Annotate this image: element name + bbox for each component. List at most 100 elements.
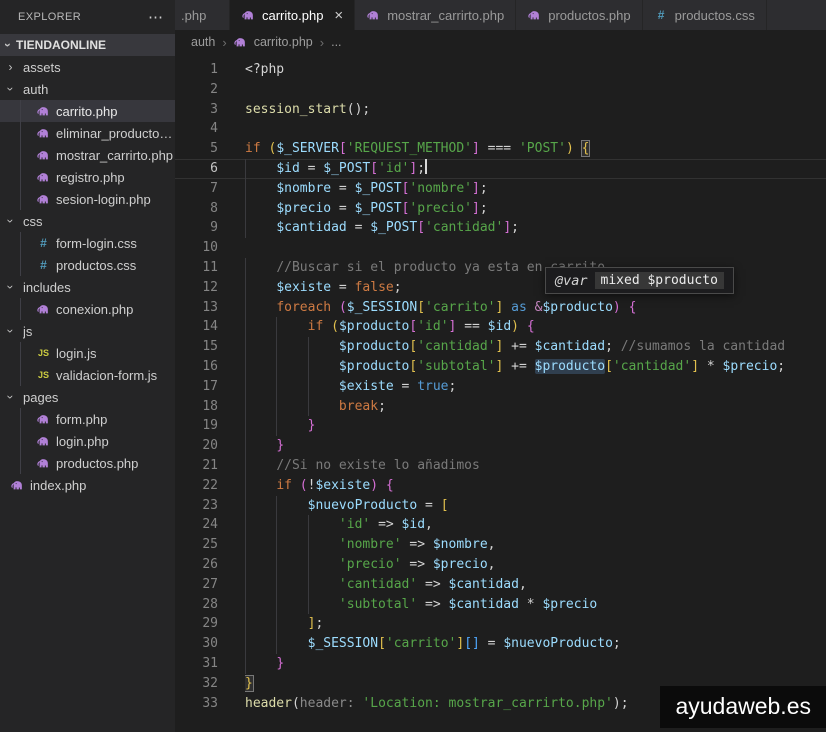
tab-mostrar-carrirto-php[interactable]: mostrar_carrirto.php — [355, 0, 516, 30]
sidebar-item-form-login-css[interactable]: #form-login.css — [0, 232, 175, 254]
code-line-24[interactable]: 24 'id' => $id, — [175, 515, 826, 535]
code-token: ] — [691, 359, 699, 374]
code-token: 'id' — [417, 319, 448, 334]
code-line-9[interactable]: 9 $cantidad = $_POST['cantidad']; — [175, 218, 826, 238]
line-content: $producto['cantidad'] += $cantidad; //su… — [245, 337, 826, 357]
code-token — [245, 537, 339, 552]
code-line-10[interactable]: 10 — [175, 238, 826, 258]
sidebar-item-includes[interactable]: ›includes — [0, 276, 175, 298]
code-line-6[interactable]: 6 $id = $_POST['id']; — [175, 159, 826, 179]
code-line-19[interactable]: 19 } — [175, 416, 826, 436]
sidebar-item-tiendaonline[interactable]: › TIENDAONLINE — [0, 34, 175, 56]
more-actions-icon[interactable]: ⋯ — [146, 10, 165, 25]
indent-guide — [276, 595, 277, 615]
code-token: ( — [300, 478, 308, 493]
sidebar-item-productos-css[interactable]: #productos.css — [0, 254, 175, 276]
sidebar-item-pages[interactable]: ›pages — [0, 386, 175, 408]
tab-productos-css[interactable]: #productos.css — [643, 0, 767, 30]
indent-guide — [276, 377, 277, 397]
code-token: = — [300, 161, 323, 176]
code-token: ( — [292, 696, 300, 711]
tab-php[interactable]: .php — [175, 0, 230, 30]
breadcrumb-item-auth[interactable]: auth — [191, 35, 215, 49]
sidebar-item-mostrar-carrirto-php[interactable]: mostrar_carrirto.php — [0, 144, 175, 166]
code-line-8[interactable]: 8 $precio = $_POST['precio']; — [175, 199, 826, 219]
php-elephant-icon — [36, 302, 51, 317]
code-token: [ — [417, 300, 425, 315]
code-line-29[interactable]: 29 ]; — [175, 614, 826, 634]
sidebar-item-login-js[interactable]: JSlogin.js — [0, 342, 175, 364]
code-token: $cantidad — [535, 339, 605, 354]
code-line-23[interactable]: 23 $nuevoProducto = [ — [175, 496, 826, 516]
line-content: 'precio' => $precio, — [245, 555, 826, 575]
code-token: = — [417, 498, 440, 513]
code-line-22[interactable]: 22 if (!$existe) { — [175, 476, 826, 496]
code-line-14[interactable]: 14 if ($producto['id'] == $id) { — [175, 317, 826, 337]
sidebar-item-form-php[interactable]: form.php — [0, 408, 175, 430]
code-token — [323, 319, 331, 334]
code-line-30[interactable]: 30 $_SESSION['carrito'][] = $nuevoProduc… — [175, 634, 826, 654]
code-token: $existe — [276, 280, 331, 295]
code-line-26[interactable]: 26 'precio' => $precio, — [175, 555, 826, 575]
hover-tooltip: @var mixed $producto — [545, 267, 734, 294]
code-token — [245, 438, 276, 453]
sidebar-item-conexion-php[interactable]: conexion.php — [0, 298, 175, 320]
sidebar-item-auth[interactable]: ›auth — [0, 78, 175, 100]
breadcrumb-item-carrito-php[interactable]: carrito.php — [234, 35, 313, 50]
sidebar-item-assets[interactable]: ›assets — [0, 56, 175, 78]
tab-productos-php[interactable]: productos.php — [516, 0, 642, 30]
sidebar-item-js[interactable]: ›js — [0, 320, 175, 342]
code-line-31[interactable]: 31 } — [175, 654, 826, 674]
code-line-20[interactable]: 20 } — [175, 436, 826, 456]
code-editor[interactable]: 1<?php23session_start();45if ($_SERVER['… — [175, 54, 826, 713]
code-line-5[interactable]: 5if ($_SERVER['REQUEST_METHOD'] === 'POS… — [175, 139, 826, 159]
code-token: ) — [566, 141, 574, 156]
code-line-17[interactable]: 17 $existe = true; — [175, 377, 826, 397]
code-line-16[interactable]: 16 $producto['subtotal'] += $producto['c… — [175, 357, 826, 377]
code-line-3[interactable]: 3session_start(); — [175, 100, 826, 120]
code-token: header: — [300, 696, 363, 711]
code-token: $producto — [339, 339, 409, 354]
sidebar-item-carrito-php[interactable]: carrito.php — [0, 100, 175, 122]
tab-carrito-php[interactable]: carrito.php× — [230, 0, 355, 30]
code-line-7[interactable]: 7 $nombre = $_POST['nombre']; — [175, 179, 826, 199]
code-line-15[interactable]: 15 $producto['cantidad'] += $cantidad; /… — [175, 337, 826, 357]
sidebar-item-eliminar-producto-p[interactable]: eliminar_producto.p... — [0, 122, 175, 144]
indent-guide — [245, 456, 246, 476]
code-token — [699, 359, 707, 374]
code-line-27[interactable]: 27 'cantidad' => $cantidad, — [175, 575, 826, 595]
code-token — [292, 478, 300, 493]
code-token: [] — [464, 636, 480, 651]
sidebar-item-sesion-login-php[interactable]: sesion-login.php — [0, 188, 175, 210]
code-token: $_SESSION — [308, 636, 378, 651]
php-elephant-icon — [36, 412, 51, 427]
code-line-2[interactable]: 2 — [175, 80, 826, 100]
code-line-18[interactable]: 18 break; — [175, 397, 826, 417]
code-token: $precio — [542, 597, 597, 612]
code-line-21[interactable]: 21 //Si no existe lo añadimos — [175, 456, 826, 476]
code-token — [245, 260, 276, 275]
code-line-13[interactable]: 13 foreach ($_SESSION['carrito'] as &$pr… — [175, 298, 826, 318]
php-elephant-icon — [36, 104, 51, 119]
sidebar-item-registro-php[interactable]: registro.php — [0, 166, 175, 188]
line-content: ]; — [245, 614, 826, 634]
code-line-4[interactable]: 4 — [175, 119, 826, 139]
file-label: css — [23, 214, 43, 229]
close-icon[interactable]: × — [334, 7, 343, 24]
code-line-28[interactable]: 28 'subtotal' => $cantidad * $precio — [175, 595, 826, 615]
line-content — [245, 119, 826, 139]
code-line-1[interactable]: 1<?php — [175, 60, 826, 80]
indent-guide — [276, 515, 277, 535]
code-token: false — [355, 280, 394, 295]
indent-guide — [276, 317, 277, 337]
code-token — [527, 339, 535, 354]
breadcrumb-item-[interactable]: ... — [331, 35, 341, 49]
sidebar-item-validacion-form-js[interactable]: JSvalidacion-form.js — [0, 364, 175, 386]
line-number: 7 — [175, 179, 245, 199]
code-token: $precio — [433, 557, 488, 572]
sidebar-item-login-php[interactable]: login.php — [0, 430, 175, 452]
code-line-25[interactable]: 25 'nombre' => $nombre, — [175, 535, 826, 555]
sidebar-item-productos-php[interactable]: productos.php — [0, 452, 175, 474]
sidebar-item-index-php[interactable]: index.php — [0, 474, 175, 496]
sidebar-item-css[interactable]: ›css — [0, 210, 175, 232]
